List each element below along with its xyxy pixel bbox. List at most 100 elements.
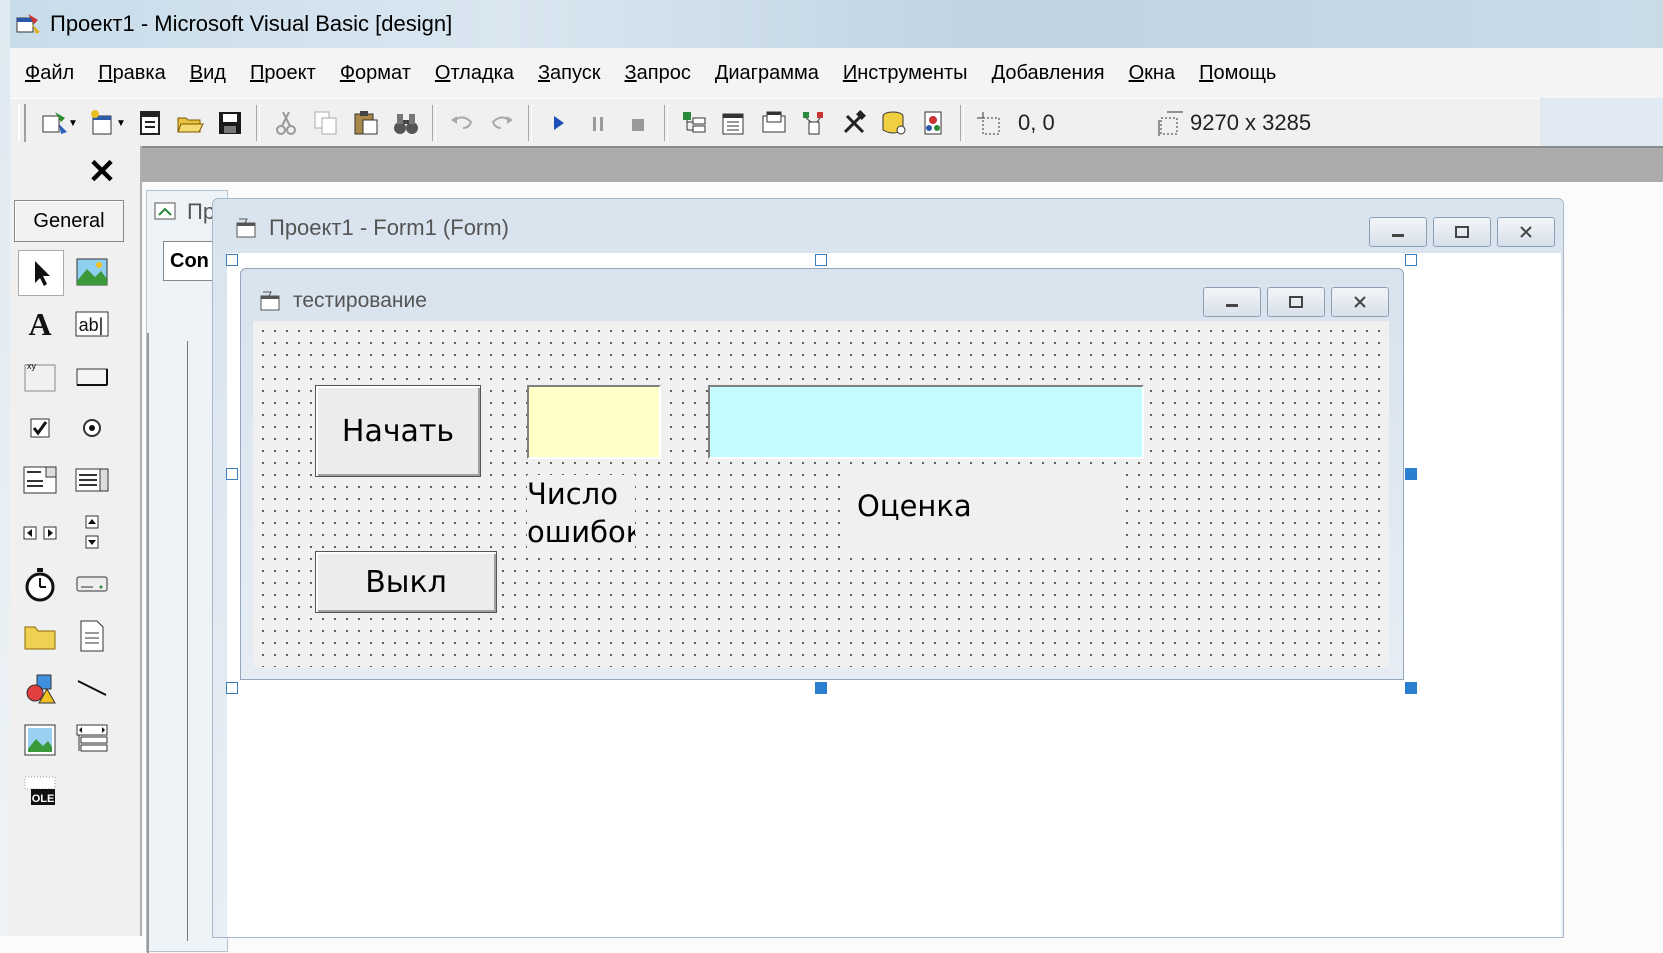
add-form-dropdown[interactable]: ▼: [116, 103, 126, 143]
form-layout-icon: [762, 111, 786, 133]
size-readout: 9270 x 3285: [1190, 110, 1312, 135]
exit-button[interactable]: Выкл: [315, 551, 497, 613]
menu-item[interactable]: Диаграмма: [706, 62, 828, 85]
redo-button[interactable]: [482, 103, 522, 143]
frame-tool[interactable]: xy: [18, 354, 62, 398]
form-layout-button[interactable]: [754, 103, 794, 143]
add-project-dropdown[interactable]: ▼: [68, 103, 78, 143]
size-indicator-icon: [1150, 103, 1190, 143]
menu-label: обавления: [1005, 61, 1105, 84]
image-tool[interactable]: [18, 718, 62, 762]
project-explorer-button[interactable]: [674, 103, 714, 143]
component-manager-button[interactable]: [914, 103, 954, 143]
drivelistbox-tool[interactable]: [70, 562, 114, 606]
designer-title: Проект1 - Form1 (Form): [269, 215, 509, 240]
label-tool[interactable]: A: [18, 302, 62, 346]
menu-item[interactable]: Файл: [16, 62, 83, 85]
break-button[interactable]: [578, 103, 618, 143]
stop-icon: [632, 119, 644, 131]
toolbox-button[interactable]: [834, 103, 874, 143]
optionbutton-tool[interactable]: [70, 406, 114, 450]
form1[interactable]: тестирование Начать Выкл Число ошибок Оц…: [240, 268, 1404, 680]
designer-close-button[interactable]: [1497, 217, 1555, 247]
picturebox-tool[interactable]: [70, 250, 114, 294]
listbox-icon: [75, 468, 109, 492]
commandbutton-tool[interactable]: [70, 354, 114, 398]
cut-button[interactable]: [266, 103, 306, 143]
errors-count-textbox[interactable]: [527, 385, 661, 459]
menu-item[interactable]: Формат: [331, 62, 420, 85]
menu-label: иаграмма: [728, 61, 819, 84]
redo-icon: [491, 116, 513, 129]
designer-minimize-button[interactable]: [1369, 217, 1427, 247]
data-view-button[interactable]: [874, 103, 914, 143]
toolbox-tab-general[interactable]: General: [14, 200, 124, 242]
position-indicator-icon: [970, 103, 1010, 143]
menu-item[interactable]: Запуск: [529, 62, 610, 85]
menu-item[interactable]: Правка: [89, 62, 175, 85]
resize-handle-top-left[interactable]: [226, 254, 238, 266]
grade-label: Оценка: [847, 473, 1123, 555]
open-project-button[interactable]: [170, 103, 210, 143]
menu-item[interactable]: Вид: [181, 62, 235, 85]
menu-item[interactable]: Запрос: [616, 62, 700, 85]
paste-button[interactable]: [346, 103, 386, 143]
copy-button[interactable]: [306, 103, 346, 143]
undo-button[interactable]: [442, 103, 482, 143]
timer-tool[interactable]: [18, 562, 62, 606]
form-client-area[interactable]: Начать Выкл Число ошибок Оценка: [253, 321, 1389, 667]
hscrollbar-tool[interactable]: [18, 510, 62, 554]
resize-handle-bottom[interactable]: [815, 682, 827, 694]
shape-tool[interactable]: [18, 666, 62, 710]
ole-tool[interactable]: OLE: [18, 770, 62, 814]
resize-handle-top-right[interactable]: [1405, 254, 1417, 266]
toolbar-grip[interactable]: [18, 104, 26, 142]
dirlistbox-tool[interactable]: [18, 614, 62, 658]
menu-item[interactable]: Добавления: [983, 62, 1114, 85]
form-title-bar: тестирование: [259, 289, 427, 313]
start-run-button[interactable]: [538, 103, 578, 143]
checkbox-tool[interactable]: [18, 406, 62, 450]
grade-textbox[interactable]: [708, 385, 1144, 459]
toolbar-separator: [664, 105, 668, 141]
project-explorer-icon: [683, 112, 706, 133]
menu-item[interactable]: Инструменты: [834, 62, 977, 85]
form-maximize-button[interactable]: [1267, 287, 1325, 317]
form-window-buttons: [1203, 287, 1389, 317]
menu-item[interactable]: Окна: [1120, 62, 1184, 85]
pointer-tool[interactable]: [18, 250, 64, 296]
resize-handle-right[interactable]: [1405, 468, 1417, 480]
menu-item[interactable]: Проект: [241, 62, 325, 85]
object-browser-button[interactable]: [794, 103, 834, 143]
designer-maximize-button[interactable]: [1433, 217, 1491, 247]
data-control-tool[interactable]: [70, 718, 114, 762]
radio-button-icon: [83, 419, 101, 437]
menu-accelerator: З: [624, 61, 637, 84]
start-button[interactable]: Начать: [315, 385, 481, 477]
resize-handle-bottom-right[interactable]: [1405, 682, 1417, 694]
textbox-tool[interactable]: ab|: [70, 302, 114, 346]
filelistbox-tool[interactable]: [70, 614, 114, 658]
line-tool[interactable]: [70, 666, 114, 710]
combobox-tool[interactable]: [18, 458, 62, 502]
resize-handle-left[interactable]: [226, 468, 238, 480]
properties-window-button[interactable]: [714, 103, 754, 143]
toolbox-close-button[interactable]: ✕: [80, 150, 124, 194]
toolbox-panel: ✕ General A ab| xy OLE: [10, 146, 142, 936]
end-button[interactable]: [618, 103, 658, 143]
menu-item[interactable]: Помощь: [1190, 62, 1285, 85]
window-title: Проект1 - Microsoft Visual Basic [design…: [50, 11, 453, 36]
find-button[interactable]: [386, 103, 426, 143]
data-control-icon: [76, 724, 108, 752]
vscrollbar-tool[interactable]: [70, 510, 114, 554]
menu-item[interactable]: Отладка: [426, 62, 523, 85]
menu-editor-button[interactable]: [130, 103, 170, 143]
menu-label: кна: [1144, 61, 1176, 84]
resize-handle-bottom-left[interactable]: [226, 682, 238, 694]
form-caption-icon: [260, 291, 280, 311]
resize-handle-top[interactable]: [815, 254, 827, 266]
listbox-tool[interactable]: [70, 458, 114, 502]
save-project-button[interactable]: [210, 103, 250, 143]
form-minimize-button[interactable]: [1203, 287, 1261, 317]
form-close-button[interactable]: [1331, 287, 1389, 317]
